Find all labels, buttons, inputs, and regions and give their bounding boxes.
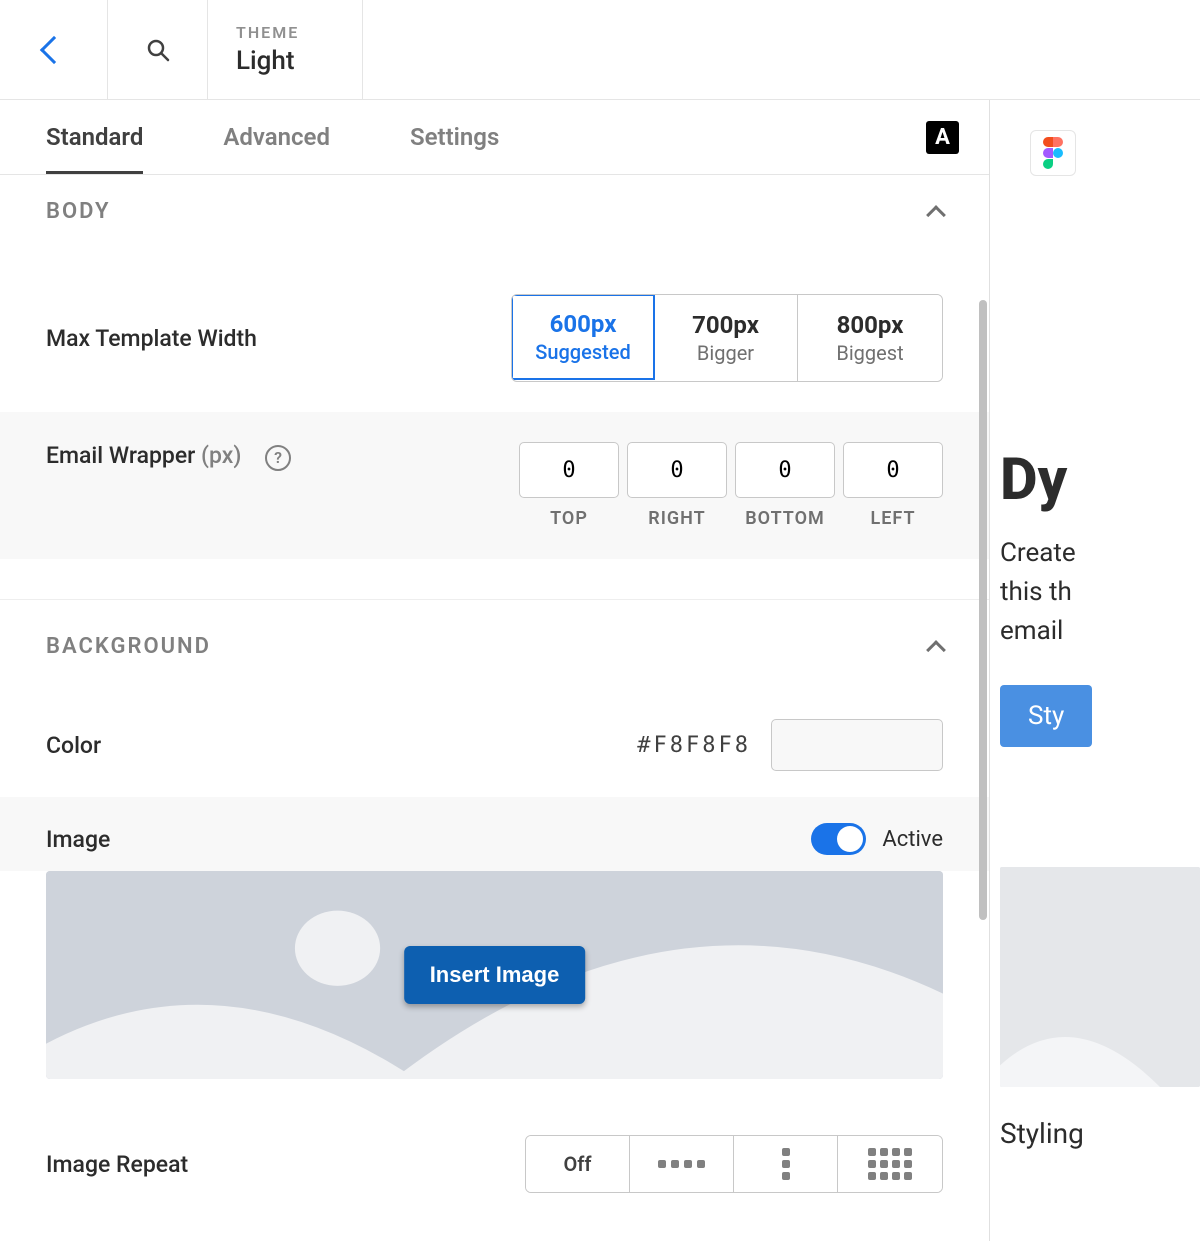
repeat-both[interactable] — [838, 1136, 942, 1192]
figma-badge[interactable] — [1030, 130, 1076, 176]
width-option-value: 600px — [550, 310, 617, 338]
image-repeat-label: Image Repeat — [46, 1151, 525, 1178]
section-title: BACKGROUND — [46, 634, 211, 659]
width-option-800[interactable]: 800px Biggest — [798, 295, 942, 381]
wrapper-bottom-label: BOTTOM — [745, 508, 825, 529]
top-toolbar: THEME Light — [0, 0, 1200, 100]
width-option-caption: Suggested — [535, 340, 631, 364]
wrapper-right-input[interactable] — [627, 442, 727, 498]
preview-body: Create this th email — [1000, 534, 1200, 651]
preview-pane: Dy Create this th email Sty Styling — [990, 100, 1200, 1241]
preview-styling-text: Styling — [1000, 1117, 1200, 1150]
preview-heading: Dy — [1000, 446, 1200, 514]
back-button[interactable] — [0, 0, 108, 99]
preview-line: this th — [1000, 577, 1072, 607]
wrapper-bottom-input[interactable] — [735, 442, 835, 498]
width-option-caption: Biggest — [836, 341, 903, 365]
wrapper-unit: (px) — [201, 442, 241, 469]
settings-panel: Standard Advanced Settings A BODY Max Te… — [0, 100, 990, 1241]
max-width-segmented: 600px Suggested 700px Bigger 800px Bigge… — [511, 294, 943, 382]
row-bg-image-toggle: Image Active — [0, 797, 989, 871]
font-mode-badge[interactable]: A — [926, 121, 959, 154]
search-icon — [146, 38, 170, 62]
wrapper-label-text: Email Wrapper — [46, 442, 195, 469]
row-image-position: Image Position — [0, 1219, 989, 1241]
width-option-600[interactable]: 600px Suggested — [511, 294, 655, 380]
row-max-template-width: Max Template Width 600px Suggested 700px… — [0, 234, 989, 412]
repeat-y-icon — [782, 1148, 790, 1180]
preview-line: email — [1000, 616, 1063, 646]
repeat-y[interactable] — [734, 1136, 838, 1192]
bg-image-toggle[interactable] — [811, 823, 866, 855]
image-repeat-segmented: Off — [525, 1135, 943, 1193]
max-width-label: Max Template Width — [46, 325, 511, 352]
chevron-up-icon — [926, 640, 946, 660]
width-option-caption: Bigger — [697, 341, 754, 365]
preview-cta-button[interactable]: Sty — [1000, 685, 1092, 747]
repeat-grid-icon — [868, 1148, 912, 1180]
repeat-off-label: Off — [563, 1152, 591, 1176]
search-button[interactable] — [108, 0, 208, 99]
theme-selector[interactable]: THEME Light — [208, 0, 363, 99]
bg-image-label: Image — [46, 826, 811, 853]
width-option-value: 700px — [692, 311, 759, 339]
repeat-x-icon — [658, 1160, 705, 1168]
repeat-x[interactable] — [630, 1136, 734, 1192]
chevron-up-icon — [926, 205, 946, 225]
row-image-repeat: Image Repeat Off — [0, 1109, 989, 1219]
figma-icon — [1042, 137, 1064, 169]
width-option-value: 800px — [837, 311, 904, 339]
help-icon[interactable]: ? — [265, 445, 291, 471]
row-bg-color: Color #F8F8F8 — [0, 669, 989, 797]
theme-value: Light — [236, 46, 295, 76]
wrapper-top-label: TOP — [550, 508, 588, 529]
bg-color-label: Color — [46, 732, 637, 759]
tab-standard[interactable]: Standard — [46, 103, 143, 174]
repeat-off[interactable]: Off — [526, 1136, 630, 1192]
bg-image-placeholder: Insert Image — [46, 871, 943, 1079]
wrapper-trbl: TOP RIGHT BOTTOM LEFT — [519, 442, 943, 529]
width-option-700[interactable]: 700px Bigger — [654, 295, 798, 381]
section-header-body[interactable]: BODY — [0, 175, 989, 234]
row-email-wrapper: Email Wrapper (px) ? TOP RIGHT B — [0, 412, 989, 559]
placeholder-landscape-icon — [1000, 867, 1200, 1087]
section-header-background[interactable]: BACKGROUND — [0, 599, 989, 669]
preview-line: Create — [1000, 538, 1076, 568]
tabs-row: Standard Advanced Settings A — [0, 100, 989, 175]
wrapper-right-label: RIGHT — [648, 508, 705, 529]
chevron-left-icon — [39, 35, 67, 63]
preview-image-card — [1000, 867, 1200, 1087]
bg-color-swatch[interactable] — [771, 719, 943, 771]
tab-advanced[interactable]: Advanced — [223, 103, 330, 171]
bg-image-toggle-label: Active — [882, 827, 943, 852]
wrapper-left-input[interactable] — [843, 442, 943, 498]
wrapper-label: Email Wrapper (px) ? — [46, 442, 519, 471]
bg-color-hex: #F8F8F8 — [637, 733, 751, 758]
wrapper-left-label: LEFT — [870, 508, 915, 529]
section-title: BODY — [46, 199, 111, 224]
wrapper-top-input[interactable] — [519, 442, 619, 498]
insert-image-button[interactable]: Insert Image — [404, 946, 586, 1004]
theme-label: THEME — [236, 23, 299, 42]
tab-settings[interactable]: Settings — [410, 103, 499, 171]
scrollbar[interactable] — [979, 300, 987, 920]
